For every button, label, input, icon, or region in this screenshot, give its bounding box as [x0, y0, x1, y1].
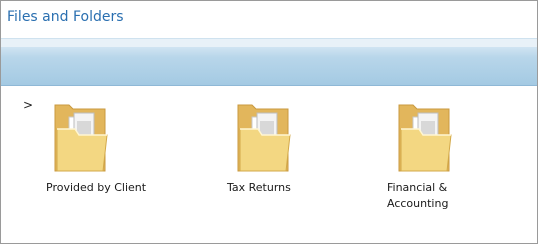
breadcrumb-arrow[interactable]: >	[23, 98, 33, 112]
files-and-folders-panel: Files and Folders > Provided by Client T…	[0, 0, 538, 244]
toolbar-highlight	[1, 39, 537, 47]
folder-tax-returns[interactable]: Tax Returns	[223, 99, 333, 219]
folder-label-line1: Financial &	[387, 181, 448, 194]
folder-label: Tax Returns	[227, 181, 291, 194]
folder-icon	[237, 104, 291, 172]
folder-icon	[54, 104, 108, 172]
folder-label: Provided by Client	[46, 181, 147, 194]
toolbar	[1, 38, 537, 86]
folder-provided-by-client[interactable]: Provided by Client	[43, 99, 153, 219]
folder-label: Financial & Accounting	[387, 180, 497, 212]
folder-icon	[398, 104, 452, 172]
folder-label-line2: Accounting	[387, 197, 449, 210]
panel-title: Files and Folders	[7, 9, 124, 25]
folder-financial-accounting[interactable]: Financial & Accounting	[381, 99, 491, 219]
